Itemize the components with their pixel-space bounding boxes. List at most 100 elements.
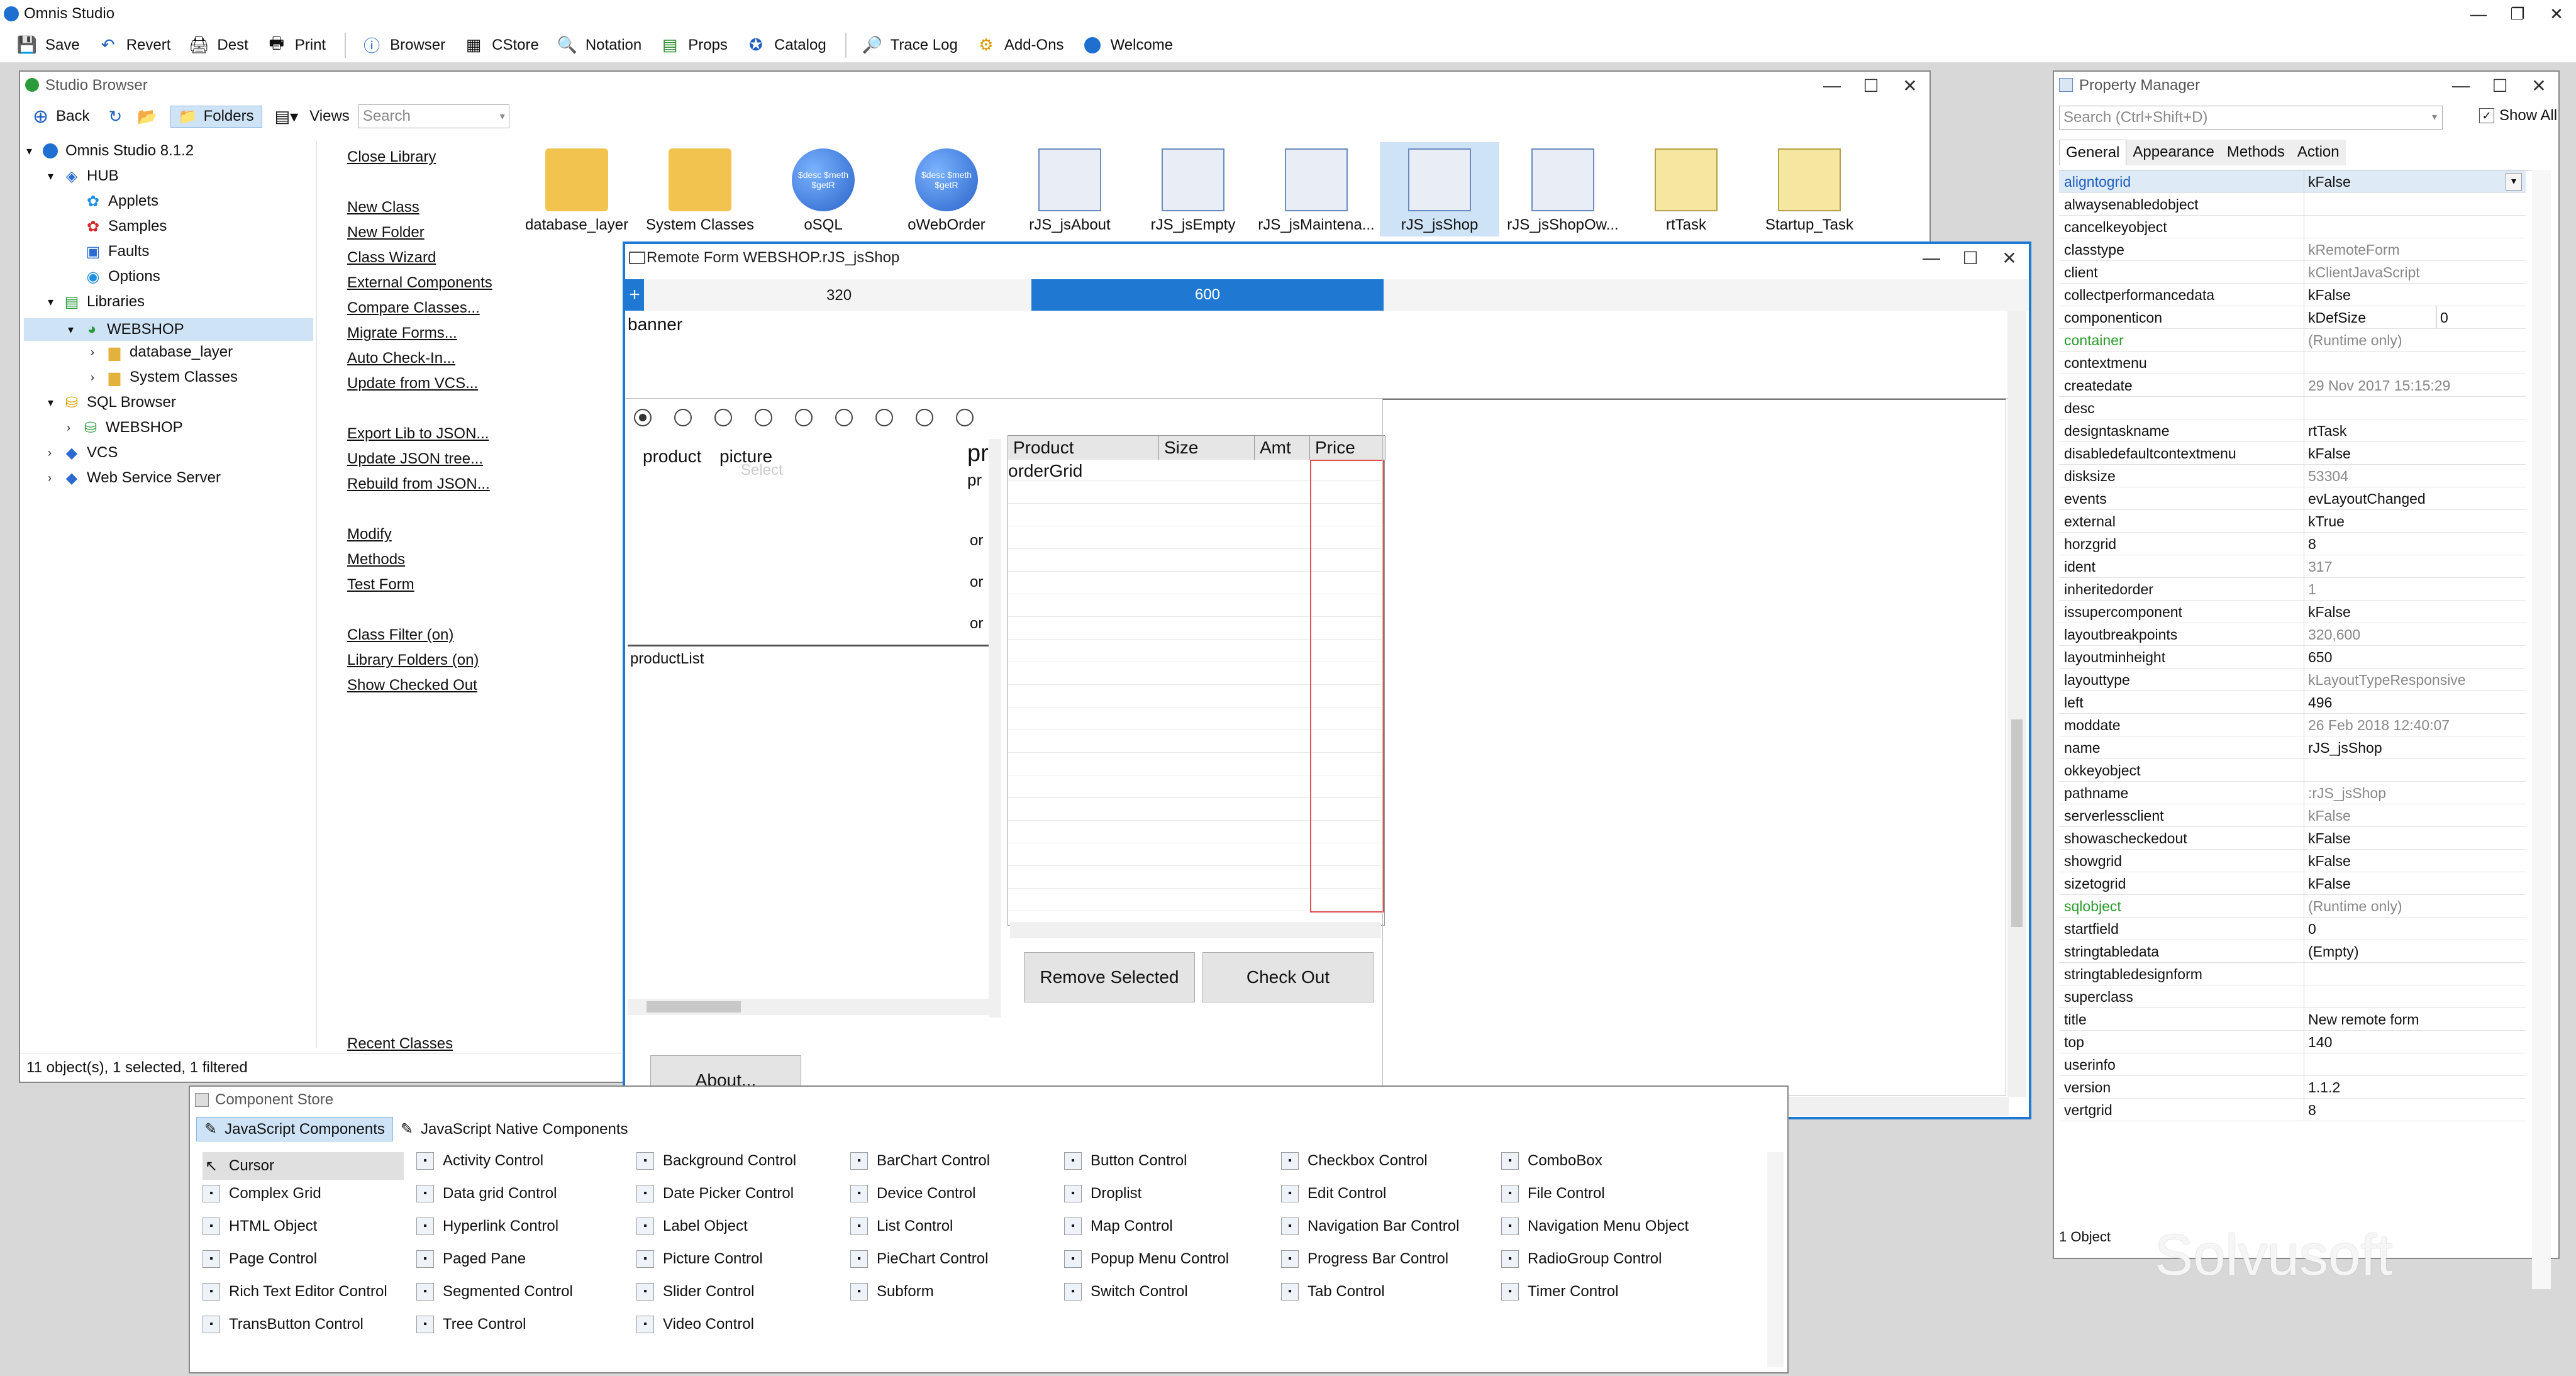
- component-item[interactable]: ▪ TransButton Control: [203, 1316, 364, 1333]
- maximize-button[interactable]: ❐: [2498, 4, 2537, 24]
- link-migrate-forms[interactable]: Migrate Forms...: [347, 325, 457, 342]
- property-row[interactable]: collectperformancedata kFalse: [2059, 284, 2526, 306]
- tree-item-hub[interactable]: ▾ ◈ HUB: [48, 167, 119, 185]
- product-list-hscrollbar[interactable]: [628, 999, 992, 1015]
- property-value[interactable]: kDefSize: [2304, 306, 2436, 328]
- radio-button[interactable]: [634, 409, 652, 426]
- link-recent-classes[interactable]: Recent Classes: [347, 1035, 453, 1053]
- property-value[interactable]: kFalse: [2304, 442, 2526, 464]
- property-row[interactable]: createdate 29 Nov 2017 15:15:29: [2059, 374, 2526, 397]
- tree-item-libraries[interactable]: ▾ ▤ Libraries: [48, 293, 145, 311]
- component-item[interactable]: ▪ Activity Control: [416, 1152, 543, 1170]
- property-row[interactable]: classtype kRemoteForm: [2059, 238, 2526, 261]
- property-row[interactable]: disabledefaultcontextmenu kFalse: [2059, 442, 2526, 465]
- component-item[interactable]: ▪ Map Control: [1064, 1218, 1173, 1235]
- views-icon[interactable]: ▤▾: [275, 107, 299, 126]
- tab-methods[interactable]: Methods: [2220, 140, 2291, 165]
- component-item[interactable]: ▪ Data grid Control: [416, 1185, 557, 1202]
- property-value[interactable]: 1.1.2: [2304, 1076, 2526, 1098]
- property-row[interactable]: startfield 0: [2059, 918, 2526, 940]
- expand-arrow-icon[interactable]: ▾: [26, 145, 42, 158]
- product-list[interactable]: product picture Select pr pr or or or: [628, 439, 992, 646]
- property-row[interactable]: sqlobject (Runtime only): [2059, 895, 2526, 918]
- property-value[interactable]: kTrue: [2304, 510, 2526, 532]
- property-row[interactable]: alwaysenabledobject: [2059, 193, 2526, 216]
- close-button[interactable]: ✕: [1990, 248, 2029, 269]
- property-row[interactable]: componenticon kDefSize 0: [2059, 306, 2526, 329]
- component-item[interactable]: ▪ Slider Control: [636, 1283, 754, 1301]
- tab-action[interactable]: Action: [2290, 140, 2346, 165]
- notation-tool[interactable]: 🔍 Notation: [557, 35, 642, 55]
- property-value[interactable]: rtTask: [2304, 419, 2526, 441]
- maximize-button[interactable]: ☐: [1951, 248, 1990, 269]
- property-row[interactable]: container (Runtime only): [2059, 329, 2526, 352]
- tab-general[interactable]: General: [2059, 140, 2127, 165]
- expand-arrow-icon[interactable]: ›: [67, 421, 82, 435]
- property-row[interactable]: moddate 26 Feb 2018 12:40:07: [2059, 714, 2526, 736]
- component-item[interactable]: ▪ Rich Text Editor Control: [203, 1283, 387, 1301]
- property-value[interactable]: kLayoutTypeResponsive: [2304, 669, 2526, 691]
- tab-javascript-components[interactable]: ✎ JavaScript Components: [196, 1117, 393, 1141]
- property-value[interactable]: [2304, 216, 2526, 238]
- library-folder-icon[interactable]: 📂: [137, 107, 157, 126]
- class-tile-osql[interactable]: $desc $meth $getR oSQL: [763, 142, 883, 236]
- class-tile-rttask[interactable]: rtTask: [1626, 142, 1746, 236]
- component-item[interactable]: ▪ Page Control: [203, 1250, 317, 1268]
- property-row[interactable]: events evLayoutChanged: [2059, 487, 2526, 510]
- tree-item-webshop-db[interactable]: › ⛁ WEBSHOP: [67, 419, 183, 436]
- property-row[interactable]: layoutbreakpoints 320,600: [2059, 623, 2526, 646]
- property-row[interactable]: left 496: [2059, 691, 2526, 714]
- component-item[interactable]: ▪ PieChart Control: [850, 1250, 988, 1268]
- property-value[interactable]: 1: [2304, 578, 2526, 600]
- property-row[interactable]: okkeyobject: [2059, 759, 2526, 782]
- component-item[interactable]: ▪ RadioGroup Control: [1501, 1250, 1662, 1268]
- save-tool[interactable]: 💾 Save: [17, 35, 80, 55]
- property-value[interactable]: 53304: [2304, 465, 2526, 487]
- property-row[interactable]: serverlessclient kFalse: [2059, 804, 2526, 827]
- property-value[interactable]: 317: [2304, 555, 2526, 577]
- component-item[interactable]: ▪ Paged Pane: [416, 1250, 526, 1268]
- class-tile-rjs-jsabout[interactable]: rJS_jsAbout: [1010, 142, 1130, 236]
- scroll-thumb[interactable]: [647, 1001, 741, 1013]
- class-tile-rjs-jsshop[interactable]: rJS_jsShop: [1380, 142, 1499, 236]
- component-item[interactable]: ▪ File Control: [1501, 1185, 1605, 1202]
- property-row[interactable]: showgrid kFalse: [2059, 850, 2526, 872]
- property-value[interactable]: [2304, 759, 2526, 781]
- property-row[interactable]: superclass: [2059, 985, 2526, 1008]
- component-item[interactable]: ▪ List Control: [850, 1218, 953, 1235]
- dest-tool[interactable]: 🖨 Dest: [189, 35, 248, 55]
- tree-item-database-layer[interactable]: › ▆ database_layer: [91, 343, 233, 361]
- component-item[interactable]: ▪ Subform: [850, 1283, 934, 1301]
- props-tool[interactable]: ▤ Props: [660, 35, 728, 55]
- expand-arrow-icon[interactable]: ›: [48, 472, 63, 485]
- property-value[interactable]: [2304, 1053, 2526, 1075]
- maximize-button[interactable]: ☐: [2480, 75, 2519, 96]
- property-row[interactable]: contextmenu: [2059, 352, 2526, 374]
- link-new-folder[interactable]: New Folder: [347, 224, 425, 241]
- grid-header-amt[interactable]: Amt: [1255, 436, 1310, 460]
- property-value[interactable]: kRemoteForm: [2304, 238, 2526, 260]
- property-value[interactable]: (Runtime only): [2304, 329, 2526, 351]
- breakpoint-320[interactable]: 320: [826, 287, 852, 304]
- show-all-checkbox[interactable]: ✓ Show All: [2479, 107, 2557, 125]
- minimize-button[interactable]: —: [2441, 75, 2480, 96]
- property-vscrollbar[interactable]: [2532, 170, 2551, 1289]
- tab-appearance[interactable]: Appearance: [2126, 140, 2221, 165]
- component-item[interactable]: ▪ Complex Grid: [203, 1185, 321, 1202]
- link-test-form[interactable]: Test Form: [347, 576, 414, 594]
- radio-button[interactable]: [795, 409, 813, 426]
- property-value[interactable]: kFalse: [2304, 170, 2526, 192]
- link-modify[interactable]: Modify: [347, 526, 392, 543]
- expand-arrow-icon[interactable]: ▾: [48, 396, 63, 409]
- property-row[interactable]: client kClientJavaScript: [2059, 261, 2526, 284]
- property-value-secondary[interactable]: 0: [2436, 306, 2526, 328]
- check-out-button[interactable]: Check Out: [1202, 952, 1374, 1002]
- property-value[interactable]: kFalse: [2304, 804, 2526, 826]
- class-tile-database-layer[interactable]: database_layer: [517, 142, 636, 236]
- property-value[interactable]: 140: [2304, 1031, 2526, 1053]
- radio-button[interactable]: [714, 409, 732, 426]
- expand-arrow-icon[interactable]: ›: [91, 346, 106, 359]
- views-button[interactable]: Views: [309, 108, 350, 125]
- component-item[interactable]: ▪ Navigation Bar Control: [1281, 1218, 1459, 1235]
- property-value[interactable]: kFalse: [2304, 872, 2526, 894]
